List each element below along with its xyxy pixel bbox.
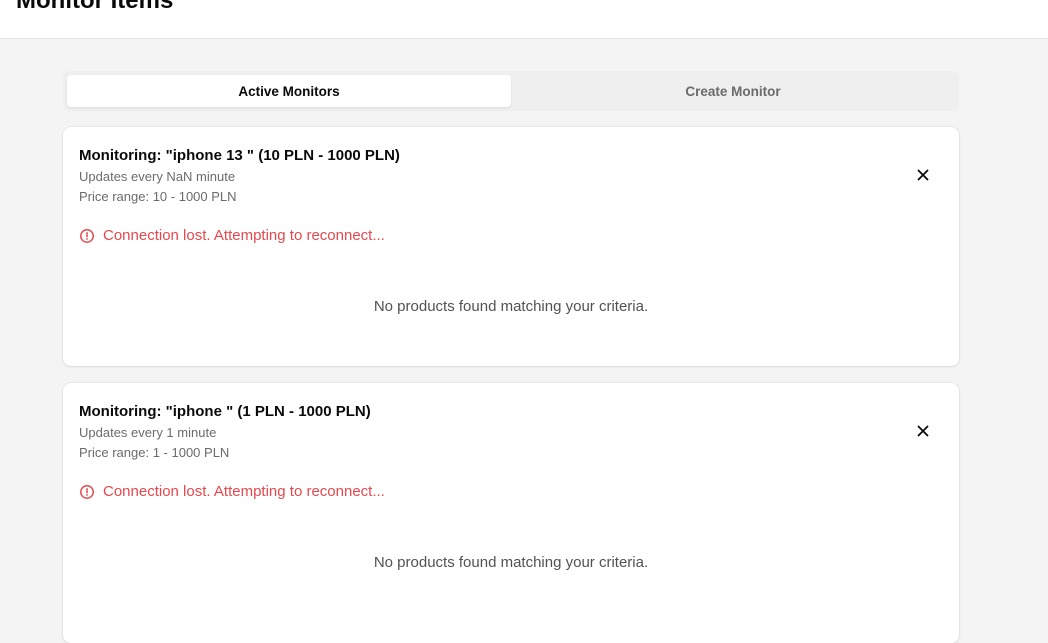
close-icon — [917, 169, 929, 181]
alert-circle-icon — [79, 228, 95, 244]
monitor-tabs: Active Monitors Create Monitor — [63, 71, 959, 111]
remove-monitor-button[interactable] — [911, 419, 935, 443]
monitor-price-range: Price range: 1 - 1000 PLN — [79, 445, 230, 460]
monitor-title: Monitoring: "iphone 13 " (10 PLN - 1000 … — [79, 147, 400, 164]
connection-status: Connection lost. Attempting to reconnect… — [79, 226, 385, 246]
monitor-title: Monitoring: "iphone " (1 PLN - 1000 PLN) — [79, 403, 371, 420]
empty-state-message: No products found matching your criteria… — [373, 298, 649, 315]
alert-circle-icon — [79, 484, 95, 500]
monitor-price-range: Price range: 10 - 1000 PLN — [79, 189, 237, 204]
connection-status-text: Connection lost. Attempting to reconnect… — [103, 483, 385, 500]
tab-create-monitor[interactable]: Create Monitor — [511, 75, 955, 107]
connection-status: Connection lost. Attempting to reconnect… — [79, 482, 385, 502]
page-title: Monitor Items — [16, 0, 174, 14]
empty-state-message: No products found matching your criteria… — [373, 554, 649, 571]
connection-status-text: Connection lost. Attempting to reconnect… — [103, 227, 385, 244]
remove-monitor-button[interactable] — [911, 163, 935, 187]
monitor-interval: Updates every NaN minute — [79, 169, 236, 184]
top-header: Monitor Items — [0, 0, 1048, 39]
monitor-card: Monitoring: "iphone 13 " (10 PLN - 1000 … — [63, 127, 959, 366]
close-icon — [917, 425, 929, 437]
monitor-interval: Updates every 1 minute — [79, 425, 217, 440]
tab-active-monitors[interactable]: Active Monitors — [67, 75, 511, 107]
monitor-card: Monitoring: "iphone " (1 PLN - 1000 PLN)… — [63, 383, 959, 643]
